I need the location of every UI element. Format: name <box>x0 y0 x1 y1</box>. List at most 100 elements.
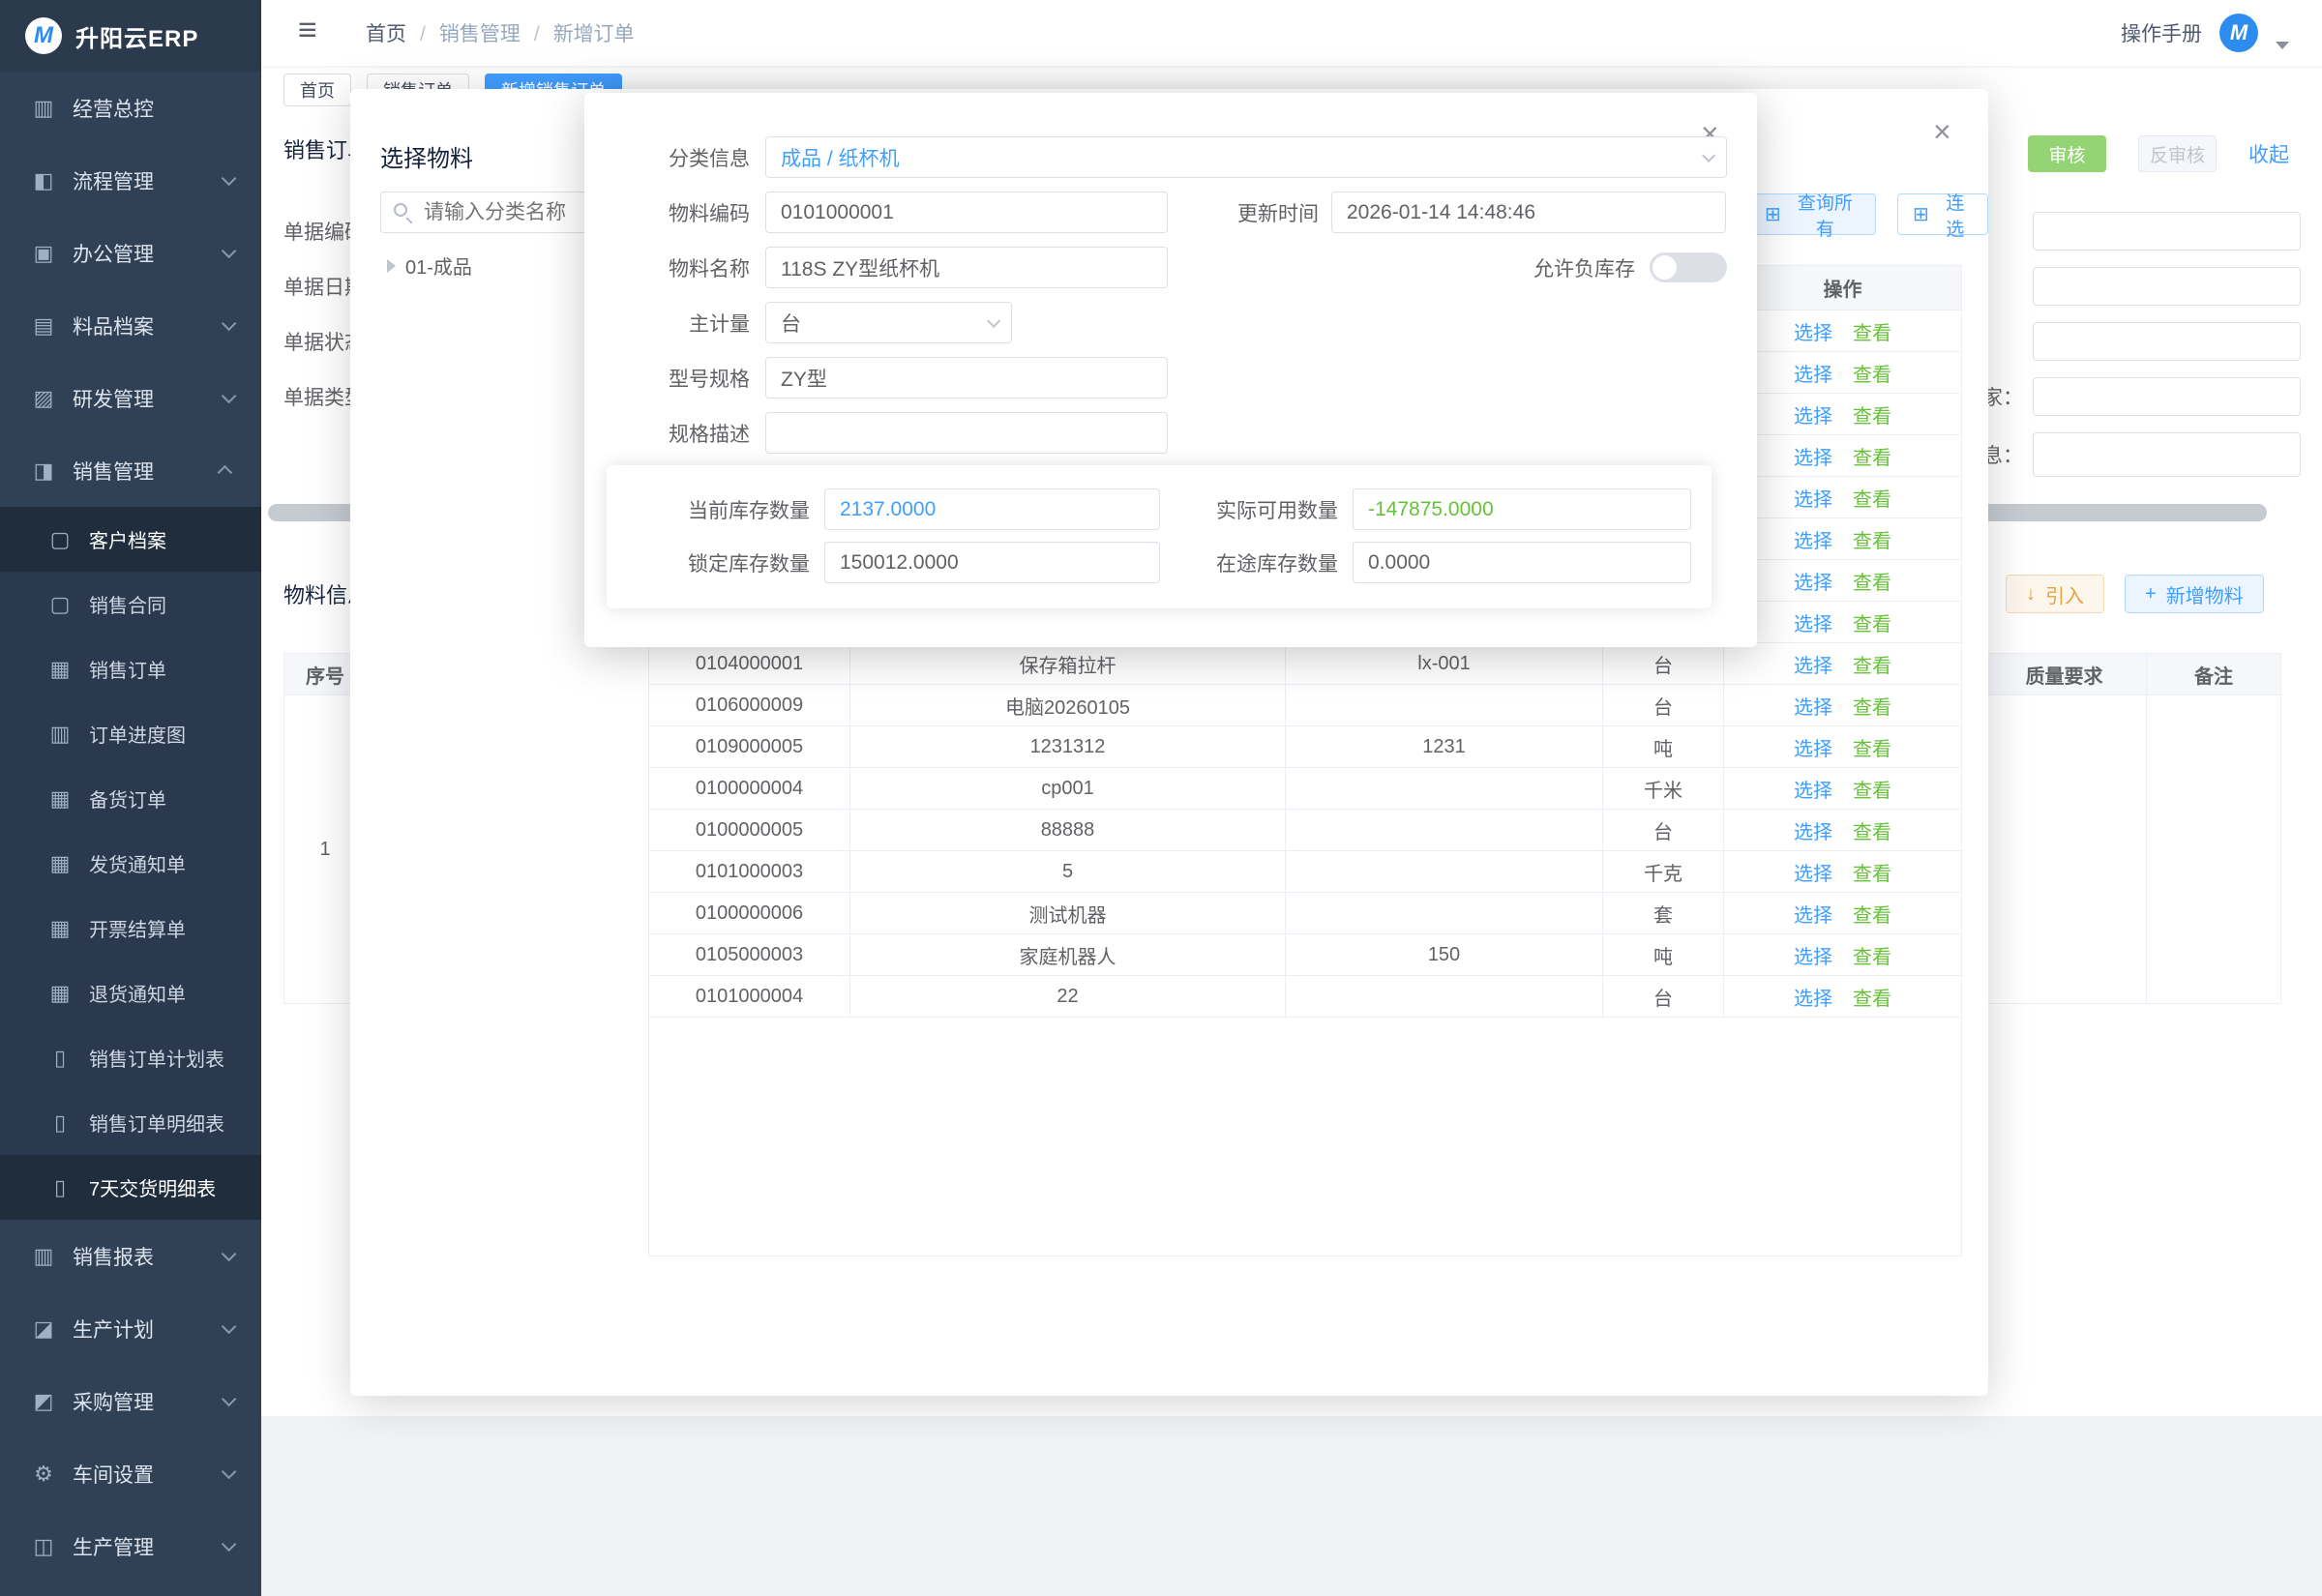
select-link[interactable]: 选择 <box>1794 650 1832 678</box>
select-link[interactable]: 选择 <box>1794 359 1832 387</box>
select-link[interactable]: 选择 <box>1794 608 1832 636</box>
select-link[interactable]: 选择 <box>1794 692 1832 720</box>
allow-negative-toggle[interactable] <box>1650 252 1727 282</box>
category-value: 成品 / 纸杯机 <box>781 143 900 172</box>
cell-name: 电脑20260105 <box>850 685 1286 725</box>
material-code-input[interactable] <box>765 192 1168 233</box>
menu-icon: ◩ <box>30 1389 57 1414</box>
unaudit-button[interactable]: 反审核 <box>2138 135 2217 172</box>
unit-select[interactable]: 台 <box>765 302 1012 343</box>
category-tree-node[interactable]: 01-成品 <box>387 251 472 280</box>
user-menu-caret-icon[interactable] <box>2276 42 2289 49</box>
manual-link[interactable]: 操作手册 <box>2121 18 2202 47</box>
select-link[interactable]: 选择 <box>1794 442 1832 470</box>
unit-value: 台 <box>781 309 801 338</box>
sidebar-item[interactable]: ▦ 开票结算单 <box>0 896 261 961</box>
sidebar-item[interactable]: ◩ 采购管理 <box>0 1365 261 1437</box>
sidebar-item[interactable]: ▯ 销售订单计划表 <box>0 1025 261 1090</box>
sidebar-item[interactable]: ▯ 7天交货明细表 <box>0 1155 261 1220</box>
select-link[interactable]: 选择 <box>1794 317 1832 345</box>
view-link[interactable]: 查看 <box>1853 442 1891 470</box>
select-link[interactable]: 选择 <box>1794 816 1832 844</box>
query-all-button[interactable]: ⊞ 查询所有 <box>1749 193 1876 235</box>
right-field-4[interactable] <box>2033 377 2301 416</box>
view-link[interactable]: 查看 <box>1853 400 1891 429</box>
view-link[interactable]: 查看 <box>1853 484 1891 512</box>
right-field-2[interactable] <box>2033 267 2301 306</box>
select-link[interactable]: 选择 <box>1794 567 1832 595</box>
spec-desc-input[interactable] <box>765 412 1168 454</box>
view-link[interactable]: 查看 <box>1853 733 1891 761</box>
info-textarea[interactable] <box>2033 432 2301 477</box>
multi-select-button[interactable]: ⊞ 连选 <box>1897 193 1988 235</box>
view-link[interactable]: 查看 <box>1853 692 1891 720</box>
view-link[interactable]: 查看 <box>1853 317 1891 345</box>
model-spec-input[interactable] <box>765 357 1168 399</box>
sidebar-item[interactable]: ▨ 研发管理 <box>0 362 261 434</box>
sidebar-toggle-icon[interactable]: ≡ <box>298 12 317 49</box>
select-link[interactable]: 选择 <box>1794 983 1832 1011</box>
locked-stock-input[interactable] <box>824 542 1160 583</box>
cell-spec <box>1286 810 1603 850</box>
view-link[interactable]: 查看 <box>1853 567 1891 595</box>
sidebar-item[interactable]: ▯ 销售订单明细表 <box>0 1090 261 1155</box>
view-link[interactable]: 查看 <box>1853 900 1891 928</box>
cell-code: 0101000003 <box>649 851 850 892</box>
sidebar-item[interactable]: ▥ 经营总控 <box>0 72 261 144</box>
category-select[interactable]: 成品 / 纸杯机 <box>765 136 1727 178</box>
select-link[interactable]: 选择 <box>1794 733 1832 761</box>
view-link[interactable]: 查看 <box>1853 775 1891 803</box>
sidebar-item[interactable]: ◫ 生产管理 <box>0 1510 261 1582</box>
import-button[interactable]: ↓ 引入 <box>2006 575 2104 613</box>
breadcrumb-item[interactable]: 首页 <box>366 18 439 47</box>
updated-time-input[interactable] <box>1331 192 1726 233</box>
breadcrumb-item[interactable]: 新增订单 <box>553 18 635 47</box>
select-link[interactable]: 选择 <box>1794 400 1832 429</box>
audit-button[interactable]: 审核 <box>2028 135 2106 172</box>
select-link[interactable]: 选择 <box>1794 941 1832 969</box>
sidebar-item[interactable]: ▢ 客户档案 <box>0 507 261 572</box>
transit-stock-input[interactable] <box>1353 542 1691 583</box>
sidebar-item[interactable]: ▥ 销售报表 <box>0 1220 261 1292</box>
sidebar-item[interactable]: ◪ 生产计划 <box>0 1292 261 1365</box>
view-link[interactable]: 查看 <box>1853 608 1891 636</box>
sidebar-item[interactable]: ▦ 发货通知单 <box>0 831 261 896</box>
menu-icon: ▯ <box>46 1175 74 1200</box>
view-link[interactable]: 查看 <box>1853 359 1891 387</box>
select-link[interactable]: 选择 <box>1794 484 1832 512</box>
sidebar-item[interactable]: ▢ 销售合同 <box>0 572 261 636</box>
sidebar-item[interactable]: ▦ 备货订单 <box>0 766 261 831</box>
available-stock-input[interactable] <box>1353 488 1691 530</box>
tree-expand-icon[interactable] <box>387 259 396 273</box>
view-link[interactable]: 查看 <box>1853 983 1891 1011</box>
select-link[interactable]: 选择 <box>1794 775 1832 803</box>
sidebar-item[interactable]: ⚙ 车间设置 <box>0 1437 261 1510</box>
add-material-button[interactable]: + 新增物料 <box>2125 575 2264 613</box>
view-link[interactable]: 查看 <box>1853 816 1891 844</box>
select-link[interactable]: 选择 <box>1794 525 1832 553</box>
sidebar-item[interactable]: ▦ 销售订单 <box>0 636 261 701</box>
page-tab[interactable]: 首页 <box>283 74 351 106</box>
material-name-input[interactable] <box>765 247 1168 288</box>
info-label-fragment: 息： <box>1982 440 2023 469</box>
right-field-3[interactable] <box>2033 322 2301 361</box>
sidebar-item[interactable]: ▥ 订单进度图 <box>0 701 261 766</box>
collapse-link[interactable]: 收起 <box>2248 139 2289 168</box>
breadcrumb-item[interactable]: 销售管理 <box>439 18 553 47</box>
view-link[interactable]: 查看 <box>1853 525 1891 553</box>
view-link[interactable]: 查看 <box>1853 941 1891 969</box>
sidebar-item[interactable]: ▦ 退货通知单 <box>0 961 261 1025</box>
select-link[interactable]: 选择 <box>1794 900 1832 928</box>
close-icon[interactable]: × <box>1933 116 1951 147</box>
sidebar-item[interactable]: ◧ 流程管理 <box>0 144 261 217</box>
sidebar-item-label: 客户档案 <box>89 525 166 553</box>
right-field-1[interactable] <box>2033 212 2301 251</box>
sidebar-item[interactable]: ▣ 办公管理 <box>0 217 261 289</box>
avatar[interactable]: M <box>2219 14 2258 52</box>
current-stock-input[interactable] <box>824 488 1160 530</box>
sidebar-item[interactable]: ◨ 销售管理 <box>0 434 261 507</box>
sidebar-item[interactable]: ▤ 料品档案 <box>0 289 261 362</box>
view-link[interactable]: 查看 <box>1853 650 1891 678</box>
select-link[interactable]: 选择 <box>1794 858 1832 886</box>
view-link[interactable]: 查看 <box>1853 858 1891 886</box>
